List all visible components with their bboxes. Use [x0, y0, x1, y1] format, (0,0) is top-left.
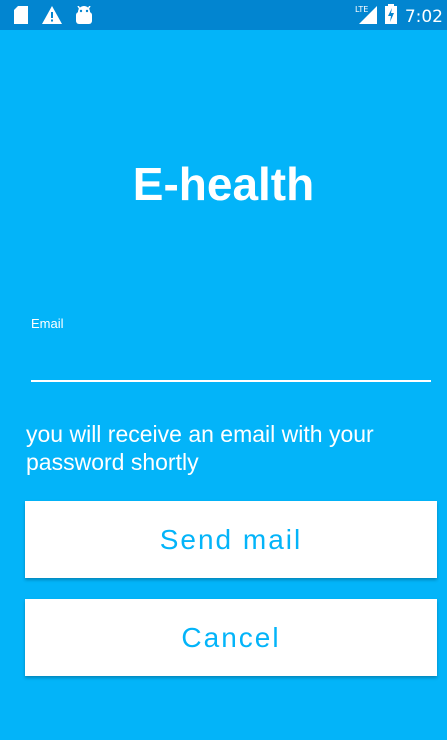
status-time: 7:02 — [404, 6, 443, 27]
email-label: Email — [31, 316, 64, 331]
status-icons-right: LTE 7:02 — [355, 4, 443, 29]
app-title: E-health — [132, 158, 315, 210]
status-icons-left — [14, 5, 92, 29]
send-mail-button[interactable]: Send mail — [25, 501, 437, 578]
sd-card-icon — [14, 6, 28, 29]
email-input[interactable] — [31, 336, 431, 376]
email-underline — [31, 380, 431, 382]
cancel-button[interactable]: Cancel — [25, 599, 437, 676]
forgot-password-screen: LTE 7:02 E-health Email you will receive… — [0, 0, 447, 740]
info-text: you will receive an email with your pass… — [26, 421, 374, 475]
battery-charging-icon — [384, 4, 397, 29]
lte-signal-icon: LTE — [355, 4, 377, 29]
warning-icon — [42, 6, 62, 29]
network-type-label: LTE — [355, 5, 368, 14]
android-icon — [76, 5, 92, 29]
status-bar: LTE 7:02 — [0, 0, 447, 30]
